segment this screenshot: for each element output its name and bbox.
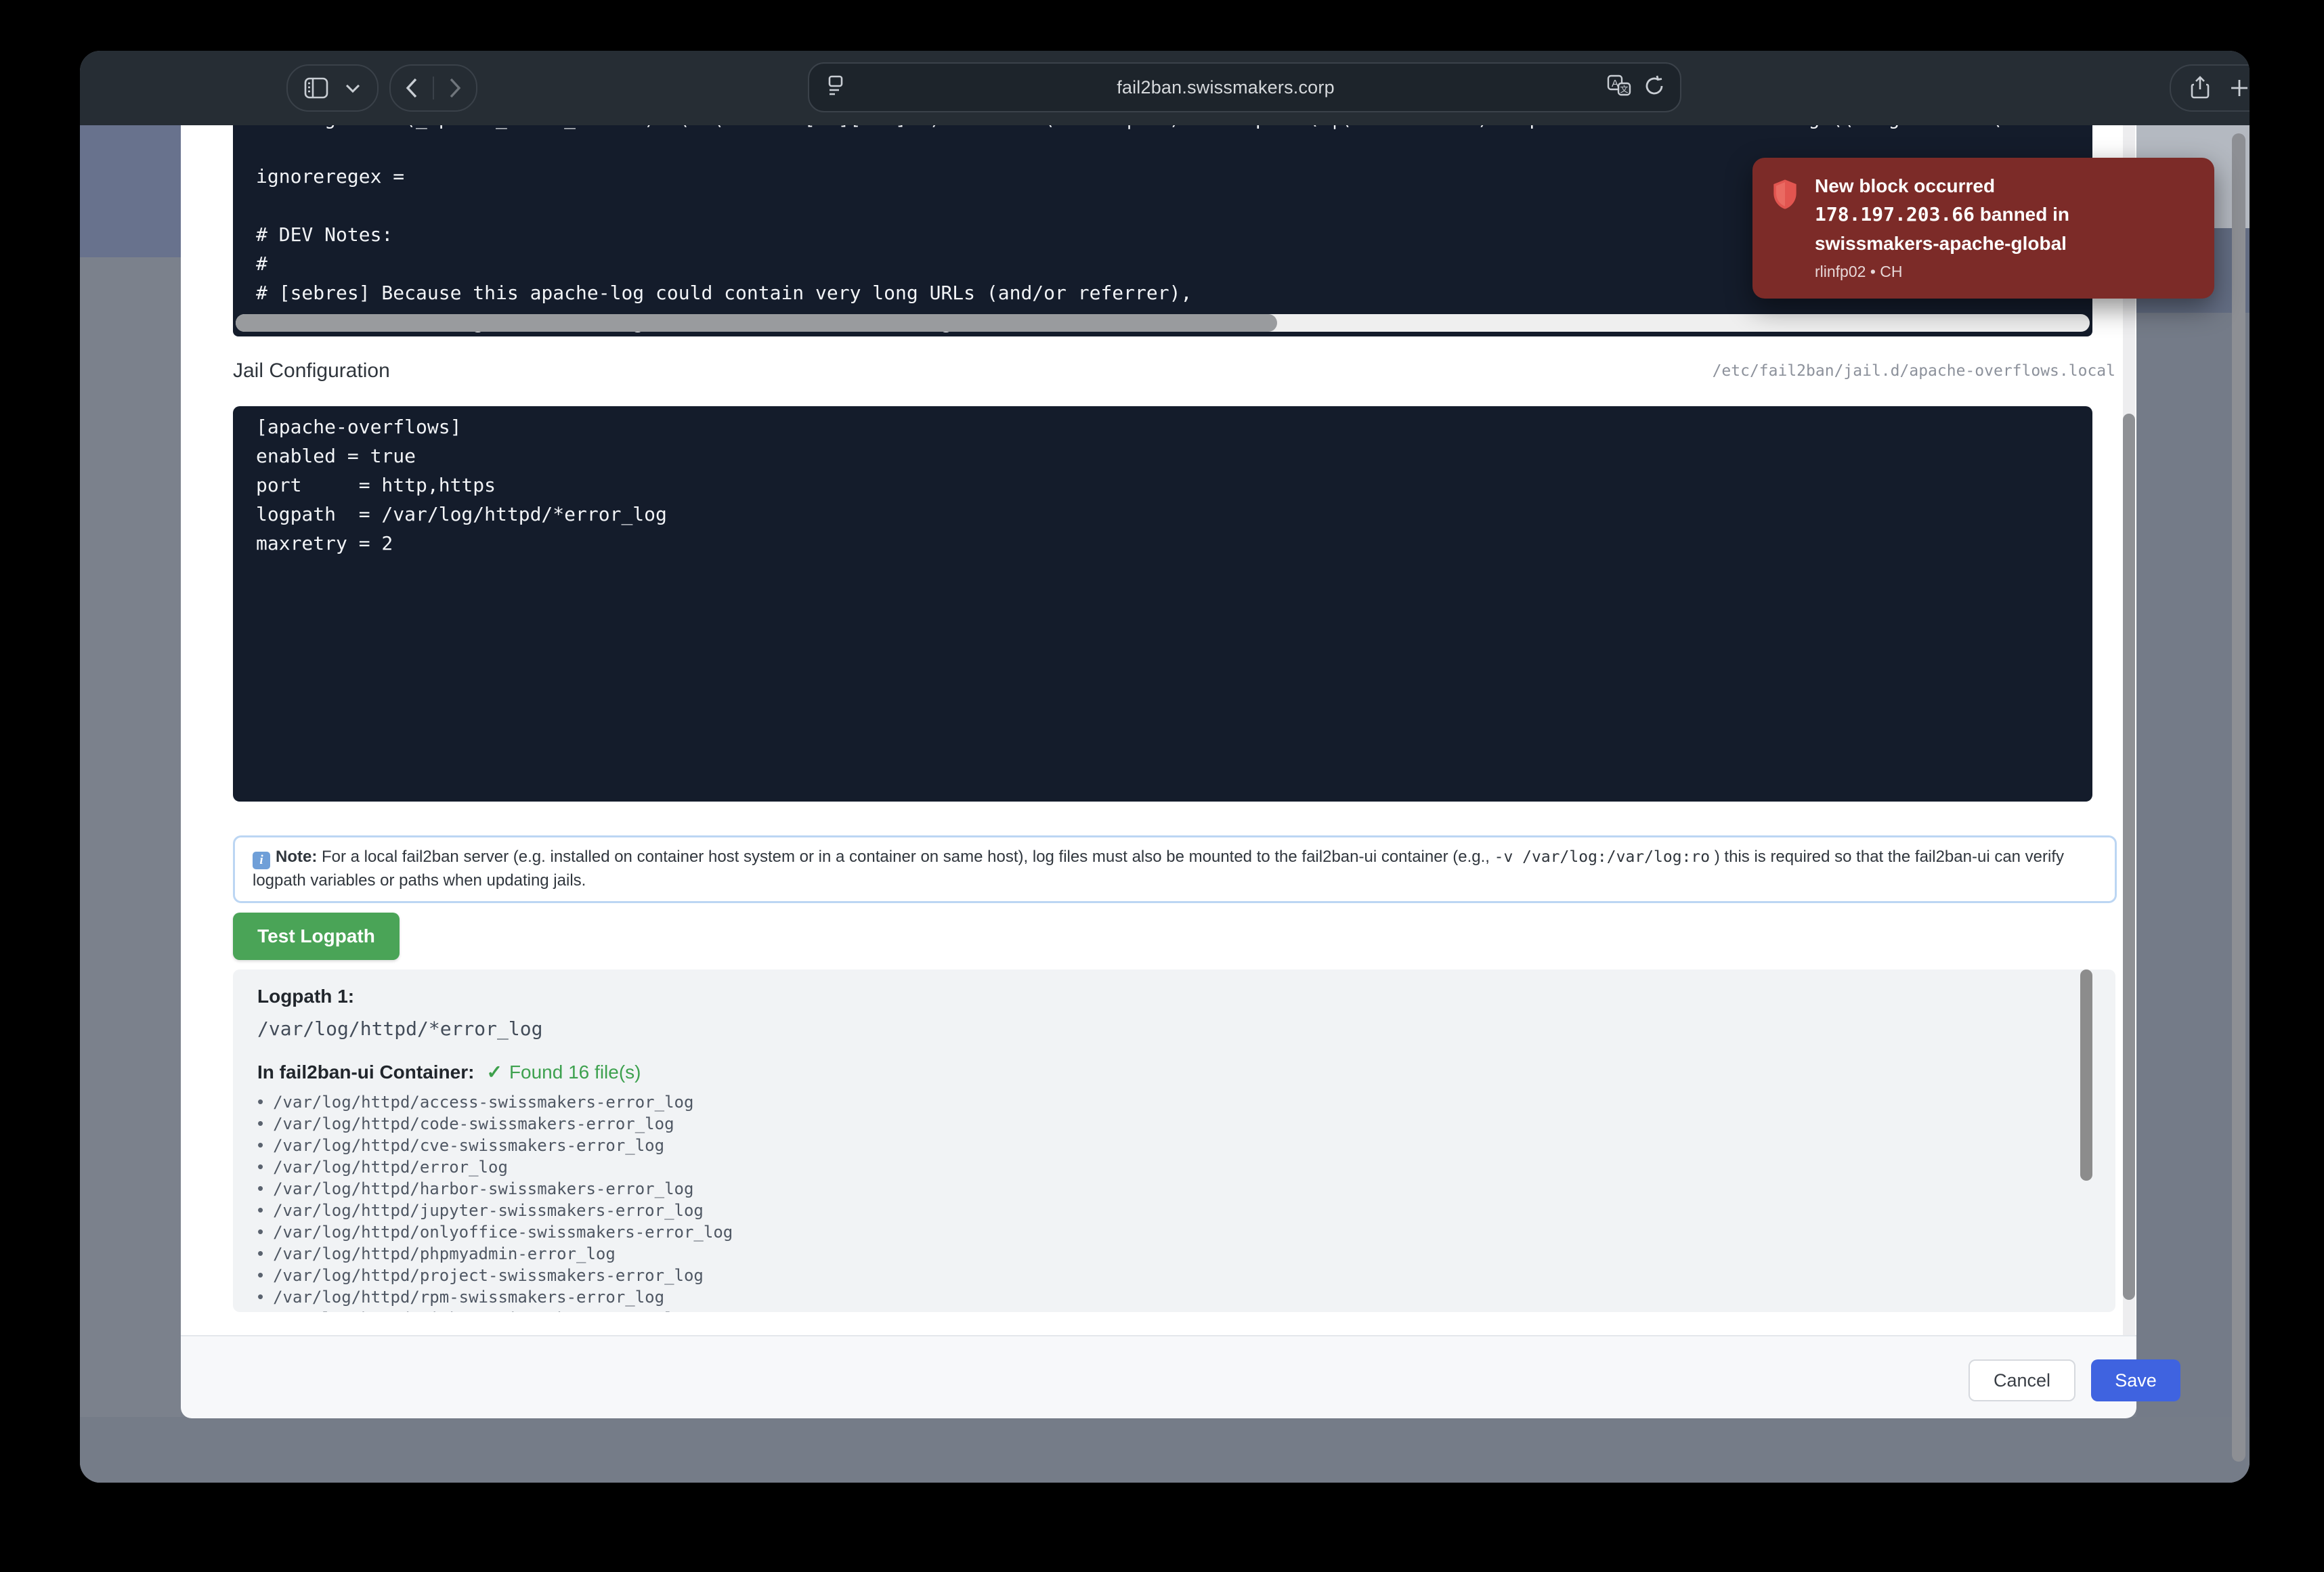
test-logpath-button[interactable]: Test Logpath	[233, 913, 400, 960]
logpath-result-value: /var/log/httpd/*error_log	[257, 1018, 2091, 1040]
sidebar-button-group	[286, 64, 379, 112]
found-file-item: /var/log/httpd/phpmyadmin-error_log	[257, 1242, 2091, 1264]
code-line: logpath = /var/log/httpd/*error_log	[256, 500, 2092, 529]
note-label: Note:	[276, 848, 317, 866]
found-file-item: /var/log/httpd/code-swissmakers-error_lo…	[257, 1112, 2091, 1134]
translate-icon[interactable]: A 文	[1607, 74, 1633, 101]
found-file-item: /var/log/httpd/ticket-swissmakers-error_…	[257, 1307, 2091, 1312]
history-nav-group	[389, 64, 477, 112]
found-file-item: /var/log/httpd/error_log	[257, 1156, 2091, 1177]
edit-jail-modal: failregex = %(_apache_error_client)s (?:…	[181, 125, 2136, 1417]
found-files-list: /var/log/httpd/access-swissmakers-error_…	[257, 1091, 2091, 1312]
dimmed-page-region: 120.79.214.137 Unban	[80, 1417, 2250, 1483]
editor-horizontal-scrollbar-thumb[interactable]	[236, 314, 1277, 332]
found-file-item: /var/log/httpd/rpm-swissmakers-error_log	[257, 1286, 2091, 1307]
browser-titlebar: fail2ban.swissmakers.corp A 文	[80, 51, 2250, 125]
found-file-item: /var/log/httpd/harbor-swissmakers-error_…	[257, 1177, 2091, 1199]
window-actions-group	[2170, 64, 2250, 112]
info-icon: i	[253, 852, 270, 869]
chevron-down-icon[interactable]	[345, 83, 361, 93]
found-files-count: Found 16 file(s)	[509, 1062, 641, 1083]
back-button-icon[interactable]	[405, 77, 418, 99]
dimmed-page-region	[80, 125, 181, 257]
note-code: -v /var/log:/var/log:ro	[1494, 848, 1710, 866]
toast-message: 178.197.203.66 banned in swissmakers-apa…	[1815, 200, 2194, 258]
container-found-row: In fail2ban-ui Container: ✓ Found 16 file(…	[257, 1062, 2091, 1083]
results-scrollbar-thumb[interactable]	[2080, 969, 2092, 1181]
toast-body: New block occurred 178.197.203.66 banned…	[1815, 173, 2194, 285]
code-line: port = http,https	[256, 471, 2092, 500]
divider	[433, 77, 434, 100]
sidebar-toggle-icon[interactable]	[304, 77, 328, 99]
share-icon[interactable]	[2191, 76, 2210, 100]
logpath-test-results: Logpath 1: /var/log/httpd/*error_log In …	[233, 969, 2115, 1312]
modal-scrollbar-thumb[interactable]	[2123, 414, 2135, 1300]
jail-file-path: /etc/fail2ban/jail.d/apache-overflows.lo…	[1713, 362, 2115, 380]
reload-icon[interactable]	[1643, 74, 1665, 101]
new-tab-icon[interactable]	[2229, 78, 2250, 98]
found-file-item: /var/log/httpd/cve-swissmakers-error_log	[257, 1134, 2091, 1156]
note-text-1: For a local fail2ban server (e.g. instal…	[317, 848, 1494, 866]
browser-scrollbar-thumb[interactable]	[2232, 133, 2245, 1462]
banned-ip: 178.197.203.66	[1815, 203, 1975, 225]
forward-button-icon[interactable]	[448, 77, 462, 99]
jail-editor-lines: [apache-overflows]enabled = trueport = h…	[233, 406, 2092, 558]
toast-title: New block occurred	[1815, 173, 2194, 200]
modal-footer: Cancel Save	[181, 1335, 2136, 1418]
found-file-item: /var/log/httpd/jupyter-swissmakers-error…	[257, 1199, 2091, 1221]
code-line: maxretry = 2	[256, 529, 2092, 558]
new-block-toast[interactable]: New block occurred 178.197.203.66 banned…	[1752, 158, 2214, 299]
code-line: failregex = %(_apache_error_client)s (?:…	[256, 125, 2092, 133]
toast-meta: rlinfp02 • CH	[1815, 258, 2194, 285]
reader-view-icon[interactable]	[827, 74, 844, 101]
svg-text:A: A	[1612, 78, 1618, 89]
shield-icon	[1771, 178, 1799, 214]
jail-configuration-label: Jail Configuration	[233, 359, 390, 383]
safari-window: fail2ban.swissmakers.corp A 文	[80, 51, 2250, 1483]
svg-text:文: 文	[1620, 84, 1628, 94]
address-bar[interactable]: fail2ban.swissmakers.corp A 文	[808, 62, 1681, 112]
editor-horizontal-scrollbar[interactable]	[236, 314, 2090, 332]
logpath-note: i Note: For a local fail2ban server (e.g.…	[233, 835, 2117, 903]
found-file-item: /var/log/httpd/access-swissmakers-error_…	[257, 1091, 2091, 1112]
save-button[interactable]: Save	[2091, 1359, 2180, 1401]
check-icon: ✓	[486, 1062, 502, 1083]
jail-config-editor[interactable]: [apache-overflows]enabled = trueport = h…	[233, 406, 2092, 802]
screenshot-root: fail2ban.swissmakers.corp A 文	[0, 0, 2324, 1572]
found-file-item: /var/log/httpd/onlyoffice-swissmakers-er…	[257, 1221, 2091, 1242]
url-text[interactable]: fail2ban.swissmakers.corp	[844, 77, 1607, 98]
found-file-item: /var/log/httpd/project-swissmakers-error…	[257, 1264, 2091, 1286]
container-label: In fail2ban-ui Container:	[257, 1062, 474, 1083]
cancel-button[interactable]: Cancel	[1968, 1359, 2075, 1401]
code-line: enabled = true	[256, 441, 2092, 471]
code-line: [apache-overflows]	[256, 412, 2092, 441]
logpath-result-label: Logpath 1:	[257, 986, 2091, 1007]
dimmed-page-region	[80, 257, 181, 1483]
jail-configuration-header: Jail Configuration /etc/fail2ban/jail.d/…	[233, 355, 2115, 387]
